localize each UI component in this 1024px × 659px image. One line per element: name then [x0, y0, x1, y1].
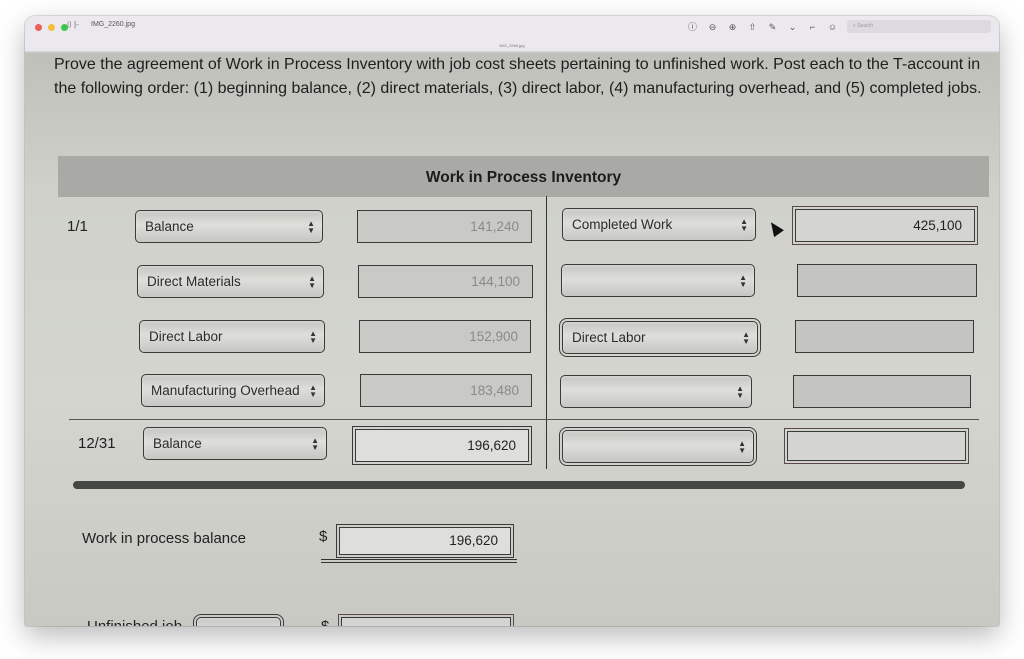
zoom-in-icon[interactable]: ⊕ [727, 21, 738, 33]
close-button[interactable] [35, 24, 42, 31]
select-arrows-icon: ▲▼ [307, 218, 315, 235]
credit-amount-input[interactable]: 425,100 [792, 206, 978, 245]
preview-window: ⌷ |- IMG_2260.jpg IMG_2260.jpg ⓘ ⊖ ⊕ ⇧ ✎… [25, 16, 999, 626]
unfinished-job-select[interactable]: ▲▼ [193, 614, 284, 627]
select-arrows-icon: ▲▼ [311, 435, 319, 452]
t-account-header: Work in Process Inventory [58, 156, 989, 197]
select-value: Manufacturing Overhead [151, 383, 300, 398]
search-input[interactable]: ⌕ Search [847, 20, 991, 33]
debit-account-select[interactable]: Manufacturing Overhead ▲ ▼ [141, 374, 325, 407]
date-label: 1/1 [67, 218, 88, 235]
select-arrows-icon: ▲▼ [265, 618, 273, 627]
wip-balance-input[interactable]: 196,620 [336, 524, 514, 558]
double-underline [321, 559, 517, 563]
unfinished-job-amount-input[interactable] [338, 614, 514, 626]
window-controls [35, 24, 68, 31]
select-value: Balance [145, 219, 194, 234]
window-subtitle: IMG_2260.jpg [499, 43, 525, 48]
select-arrows-icon: ▲▼ [739, 272, 747, 289]
share-icon[interactable]: ⇧ [747, 21, 758, 33]
ending-credit-account-select[interactable]: ▲ ▼ [559, 427, 757, 466]
unfinished-job-label: Unfinished job [87, 618, 182, 626]
sidebar-toggle-icon[interactable]: ⌷ |- [67, 20, 79, 30]
title-bar: ⌷ |- IMG_2260.jpg IMG_2260.jpg ⓘ ⊖ ⊕ ⇧ ✎… [25, 16, 999, 52]
wip-balance-label: Work in process balance [82, 530, 246, 547]
zoom-out-icon[interactable]: ⊖ [707, 21, 718, 33]
select-value: Direct Labor [149, 329, 223, 344]
markup-icon[interactable]: ✎ [767, 21, 778, 33]
debit-account-select[interactable]: Direct Labor ▲ ▼ [139, 320, 325, 353]
credit-amount-input[interactable] [793, 375, 971, 408]
select-arrows-icon: ▲▼ [308, 273, 316, 290]
info-icon[interactable]: ⓘ [687, 21, 698, 33]
select-arrows-icon: ▲▼ [309, 328, 317, 345]
select-arrows-icon: ▲▼ [738, 438, 746, 455]
date-label: 12/31 [78, 435, 116, 452]
markup-dropdown-icon[interactable]: ⌄ [787, 21, 798, 33]
annotate-icon[interactable]: ☺ [827, 21, 838, 33]
credit-account-select[interactable]: Direct Labor ▲ ▼ [559, 318, 761, 357]
t-account-total-bar [73, 481, 965, 489]
t-account-title: Work in Process Inventory [425, 169, 622, 186]
ending-debit-account-select[interactable]: Balance ▲ ▼ [143, 427, 327, 460]
select-arrows-icon: ▲▼ [740, 216, 748, 233]
window-title: IMG_2260.jpg [91, 21, 135, 28]
select-value: Direct Materials [147, 274, 241, 289]
mouse-cursor-icon [766, 218, 784, 238]
photo-content: Prove the agreement of Work in Process I… [25, 53, 999, 626]
debit-amount-input[interactable]: 183,480 [360, 374, 532, 407]
instructions-text: Prove the agreement of Work in Process I… [54, 56, 982, 97]
currency-symbol: $ [319, 528, 328, 545]
toolbar: ⓘ ⊖ ⊕ ⇧ ✎ ⌄ ⌐ ☺ ⌕ Search [687, 20, 991, 33]
currency-symbol: $ [321, 618, 329, 626]
credit-account-select[interactable]: Completed Work ▲ ▼ [562, 208, 756, 241]
t-account-divider-horizontal [69, 419, 979, 420]
minimize-button[interactable] [48, 24, 55, 31]
select-value: Direct Labor [572, 330, 646, 345]
select-arrows-icon: ▲▼ [309, 382, 317, 399]
debit-amount-input[interactable]: 141,240 [357, 210, 532, 243]
debit-amount-input[interactable]: 152,900 [359, 320, 531, 353]
credit-account-select[interactable]: ▲ ▼ [561, 264, 755, 297]
credit-account-select[interactable]: ▲ ▼ [560, 375, 752, 408]
ending-credit-amount-input[interactable] [784, 428, 969, 464]
select-arrows-icon: ▲▼ [736, 383, 744, 400]
credit-amount-input[interactable] [797, 264, 977, 297]
select-value: Balance [153, 436, 202, 451]
credit-amount-input[interactable] [795, 320, 974, 353]
debit-account-select[interactable]: Direct Materials ▲ ▼ [137, 265, 324, 298]
t-account-divider-vertical [546, 196, 547, 469]
debit-account-select[interactable]: Balance ▲ ▼ [135, 210, 323, 243]
select-arrows-icon: ▲▼ [742, 329, 750, 346]
select-value: Completed Work [572, 217, 673, 232]
ending-debit-amount-input[interactable]: 196,620 [352, 426, 532, 465]
debit-amount-input[interactable]: 144,100 [358, 265, 533, 298]
rotate-icon[interactable]: ⌐ [807, 21, 818, 33]
